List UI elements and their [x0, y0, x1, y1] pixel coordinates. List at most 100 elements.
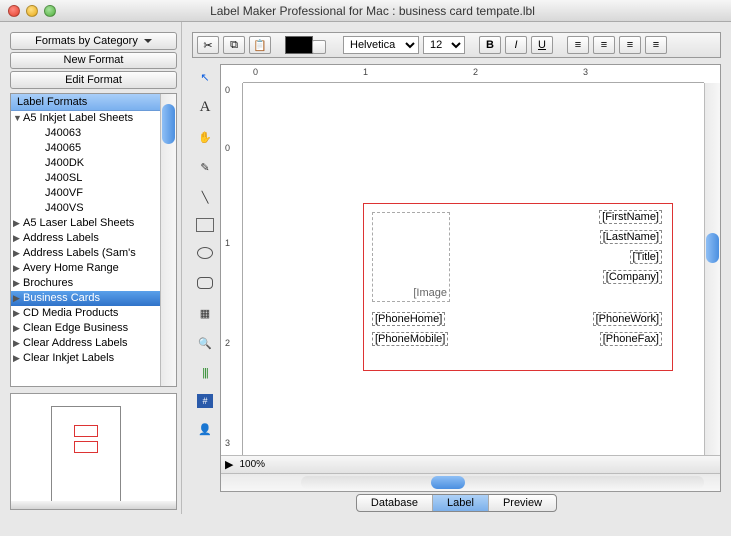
minimize-icon[interactable]: [26, 5, 38, 17]
underline-button[interactable]: U: [531, 36, 553, 54]
tree-category[interactable]: ▶CD Media Products: [11, 306, 160, 321]
color-swatch[interactable]: [285, 36, 313, 54]
image-placeholder[interactable]: [Image: [372, 212, 450, 302]
align-center-button[interactable]: ≡: [593, 36, 615, 54]
title-bar: Label Maker Professional for Mac : busin…: [0, 0, 731, 22]
tab-label[interactable]: Label: [433, 495, 489, 511]
tree-scrollbar[interactable]: [160, 94, 176, 386]
tree-label: Address Labels: [23, 232, 99, 244]
text-tool-icon[interactable]: A: [195, 98, 215, 116]
tree-category[interactable]: ▶Business Cards: [11, 291, 160, 306]
field-company[interactable]: [Company]: [603, 270, 662, 284]
canvas-hscroll[interactable]: [221, 473, 720, 491]
tree-label: Business Cards: [23, 292, 100, 304]
rrect-tool-icon[interactable]: [195, 274, 215, 292]
copy-button[interactable]: ⧉: [223, 36, 245, 54]
cut-button[interactable]: ✂: [197, 36, 219, 54]
disclosure-triangle-icon[interactable]: ▶: [13, 233, 23, 244]
disclosure-triangle-icon[interactable]: ▼: [13, 113, 23, 123]
field-firstname[interactable]: [FirstName]: [599, 210, 662, 224]
field-title[interactable]: [Title]: [630, 250, 663, 264]
formats-category-dropdown[interactable]: Formats by Category: [10, 32, 177, 50]
disclosure-triangle-icon[interactable]: ▶: [13, 353, 23, 364]
tree-category[interactable]: ▶Clear Inkjet Labels: [11, 351, 160, 366]
play-icon[interactable]: ▶: [225, 458, 233, 471]
sequence-tool-icon[interactable]: #: [197, 394, 213, 408]
size-select[interactable]: 12: [423, 36, 465, 54]
close-icon[interactable]: [8, 5, 20, 17]
tree-category[interactable]: ▶Address Labels: [11, 231, 160, 246]
barcode-tool-icon[interactable]: |||: [195, 364, 215, 382]
tree-label: J40065: [45, 142, 81, 154]
edit-format-button[interactable]: Edit Format: [10, 71, 177, 89]
hand-tool-icon[interactable]: ✋: [195, 128, 215, 146]
align-justify-button[interactable]: ≡: [645, 36, 667, 54]
italic-button[interactable]: I: [505, 36, 527, 54]
field-lastname[interactable]: [LastName]: [600, 230, 662, 244]
tree-label: Address Labels (Sam's: [23, 247, 136, 259]
tree-label: Clear Address Labels: [23, 337, 128, 349]
tree-leaf[interactable]: J40065: [11, 141, 160, 156]
tool-palette: ↖ A ✋ ✎ ╲ ▦ 🔍 ||| # 👤: [192, 64, 218, 492]
ruler-horizontal: 0 1 2 3: [243, 65, 704, 83]
tree-label: Clear Inkjet Labels: [23, 352, 114, 364]
tree-label: J400VF: [45, 187, 83, 199]
tree-label: A5 Inkjet Label Sheets: [23, 112, 133, 124]
sidebar: Formats by Category New Format Edit Form…: [0, 22, 182, 514]
field-phonehome[interactable]: [PhoneHome]: [372, 312, 445, 326]
disclosure-triangle-icon[interactable]: ▶: [13, 278, 23, 289]
tab-database[interactable]: Database: [357, 495, 433, 511]
tree-label: A5 Laser Label Sheets: [23, 217, 134, 229]
disclosure-triangle-icon[interactable]: ▶: [13, 263, 23, 274]
tree-label: J400SL: [45, 172, 82, 184]
tree-label: J400DK: [45, 157, 84, 169]
format-tree[interactable]: Label Formats ▼A5 Inkjet Label SheetsJ40…: [11, 94, 160, 386]
tree-label: Avery Home Range: [23, 262, 119, 274]
disclosure-triangle-icon[interactable]: ▶: [13, 293, 23, 304]
new-format-button[interactable]: New Format: [10, 52, 177, 70]
tree-category[interactable]: ▶A5 Laser Label Sheets: [11, 216, 160, 231]
tree-leaf[interactable]: J400VS: [11, 201, 160, 216]
field-phonefax[interactable]: [PhoneFax]: [600, 332, 662, 346]
disclosure-triangle-icon[interactable]: ▶: [13, 323, 23, 334]
tree-category[interactable]: ▶Clear Address Labels: [11, 336, 160, 351]
tree-category[interactable]: ▶Address Labels (Sam's: [11, 246, 160, 261]
paste-button[interactable]: 📋: [249, 36, 271, 54]
tree-label: CD Media Products: [23, 307, 118, 319]
rect-tool-icon[interactable]: [196, 218, 214, 232]
tree-category[interactable]: ▶Avery Home Range: [11, 261, 160, 276]
align-left-button[interactable]: ≡: [567, 36, 589, 54]
canvas[interactable]: 0 1 2 3 0 0 1 2 3 [Image [FirstName]: [220, 64, 721, 492]
canvas-vscroll[interactable]: [704, 83, 720, 455]
tree-label: Brochures: [23, 277, 73, 289]
bold-button[interactable]: B: [479, 36, 501, 54]
zoom-icon[interactable]: [44, 5, 56, 17]
line-tool-icon[interactable]: ╲: [195, 188, 215, 206]
align-right-button[interactable]: ≡: [619, 36, 641, 54]
tree-leaf[interactable]: J400VF: [11, 186, 160, 201]
disclosure-triangle-icon[interactable]: ▶: [13, 308, 23, 319]
tree-category[interactable]: ▶Brochures: [11, 276, 160, 291]
tree-category[interactable]: ▶Clean Edge Business: [11, 321, 160, 336]
tree-leaf[interactable]: J40063: [11, 126, 160, 141]
ruler-vertical: 0 0 1 2 3: [221, 83, 243, 455]
field-phonemobile[interactable]: [PhoneMobile]: [372, 332, 448, 346]
ellipse-tool-icon[interactable]: [195, 244, 215, 262]
tree-leaf[interactable]: J400SL: [11, 171, 160, 186]
search-tool-icon[interactable]: 🔍: [195, 334, 215, 352]
disclosure-triangle-icon[interactable]: ▶: [13, 338, 23, 349]
tree-category[interactable]: ▼A5 Inkjet Label Sheets: [11, 111, 160, 126]
tab-preview[interactable]: Preview: [489, 495, 556, 511]
status-bar: ▶ 100%: [221, 455, 720, 473]
person-tool-icon[interactable]: 👤: [195, 420, 215, 438]
disclosure-triangle-icon[interactable]: ▶: [13, 218, 23, 229]
disclosure-triangle-icon[interactable]: ▶: [13, 248, 23, 259]
image-tool-icon[interactable]: ▦: [195, 304, 215, 322]
pen-tool-icon[interactable]: ✎: [195, 158, 215, 176]
pointer-tool-icon[interactable]: ↖: [195, 68, 215, 86]
field-phonework[interactable]: [PhoneWork]: [593, 312, 662, 326]
tree-header: Label Formats: [11, 94, 160, 111]
font-select[interactable]: Helvetica: [343, 36, 419, 54]
tree-leaf[interactable]: J400DK: [11, 156, 160, 171]
format-toolbar: ✂ ⧉ 📋 Helvetica 12 B I U ≡ ≡ ≡ ≡: [192, 32, 721, 58]
